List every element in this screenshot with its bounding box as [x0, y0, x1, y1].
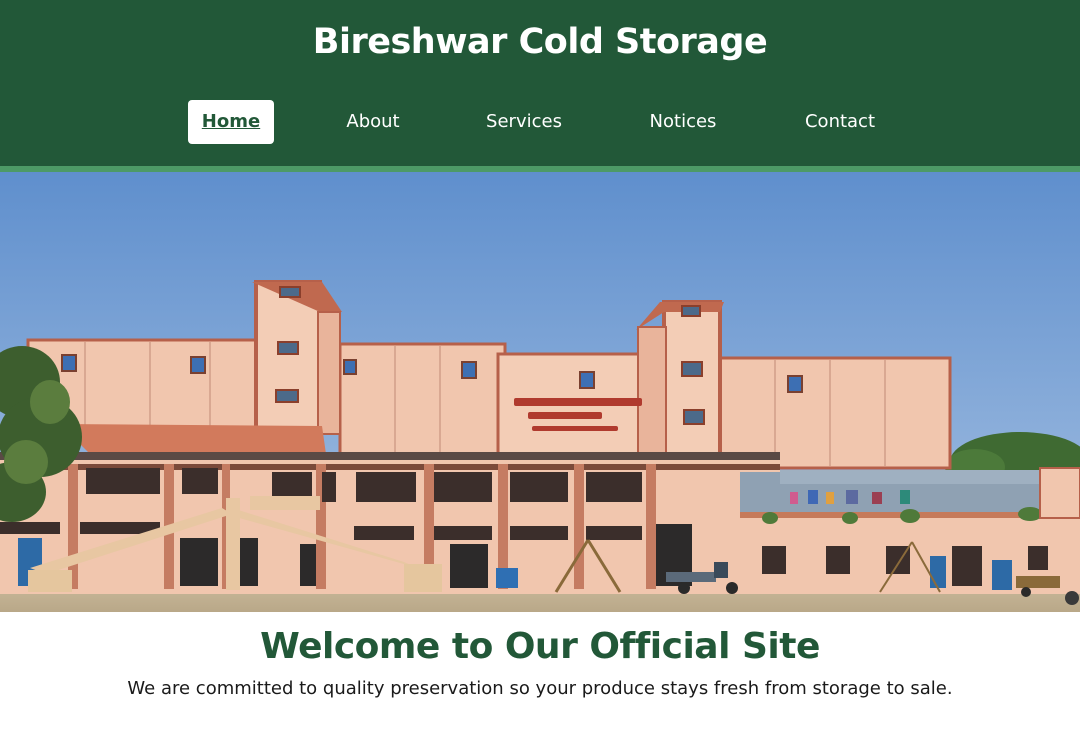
nav-notices[interactable]: Notices	[636, 100, 730, 144]
hero-image	[0, 172, 1080, 612]
welcome-heading: Welcome to Our Official Site	[260, 626, 820, 667]
cold-storage-building-photo	[0, 172, 1080, 612]
site-title: Bireshwar Cold Storage	[312, 22, 768, 62]
main-nav: Home About Services Notices Contact	[0, 100, 1080, 144]
nav-services[interactable]: Services	[474, 100, 574, 144]
nav-home[interactable]: Home	[188, 100, 274, 144]
nav-about[interactable]: About	[332, 100, 414, 144]
site-header: Bireshwar Cold Storage Home About Servic…	[0, 0, 1080, 166]
welcome-tagline: We are committed to quality preservation…	[127, 678, 953, 699]
nav-contact[interactable]: Contact	[790, 100, 890, 144]
